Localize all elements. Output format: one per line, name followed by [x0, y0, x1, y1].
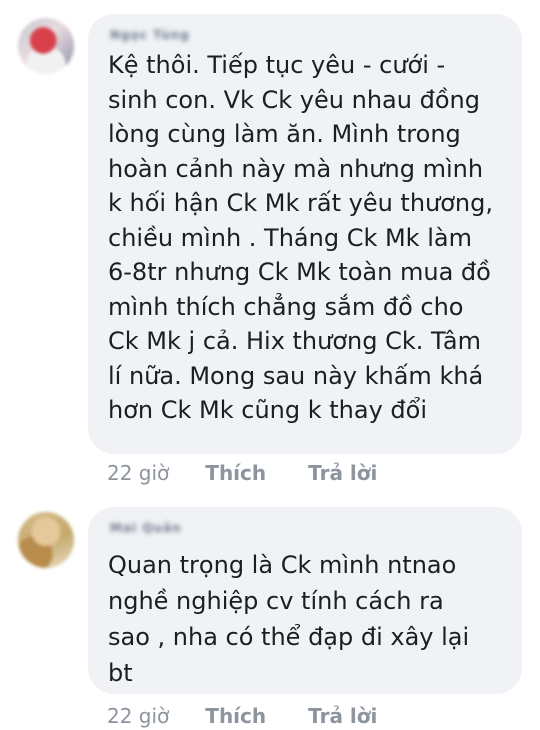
- comment-timestamp[interactable]: 22 giờ: [107, 461, 169, 485]
- comment-text: Kệ thôi. Tiếp tục yêu - cưới - sinh con.…: [108, 51, 494, 424]
- comment-actions: 22 giờ Thích Trả lời: [107, 459, 419, 487]
- reply-button[interactable]: Trả lời: [308, 704, 377, 728]
- comment-timestamp[interactable]: 22 giờ: [107, 704, 169, 728]
- avatar[interactable]: [18, 512, 74, 568]
- comment-bubble: Ngọc Tùng Kệ thôi. Tiếp tục yêu - cưới -…: [88, 14, 522, 454]
- like-button[interactable]: Thích: [205, 461, 266, 485]
- comment-bubble: Mai Quân Quan trọng là Ck mình ntnao ngh…: [88, 507, 522, 694]
- like-button[interactable]: Thích: [205, 704, 266, 728]
- avatar[interactable]: [18, 18, 74, 74]
- comment-author-name[interactable]: Ngọc Tùng: [110, 28, 190, 44]
- reply-button[interactable]: Trả lời: [308, 461, 377, 485]
- comment-text: Quan trọng là Ck mình ntnao nghề nghiệp …: [108, 551, 470, 687]
- comment-author-name[interactable]: Mai Quân: [110, 521, 182, 537]
- comment-actions: 22 giờ Thích Trả lời: [107, 702, 419, 730]
